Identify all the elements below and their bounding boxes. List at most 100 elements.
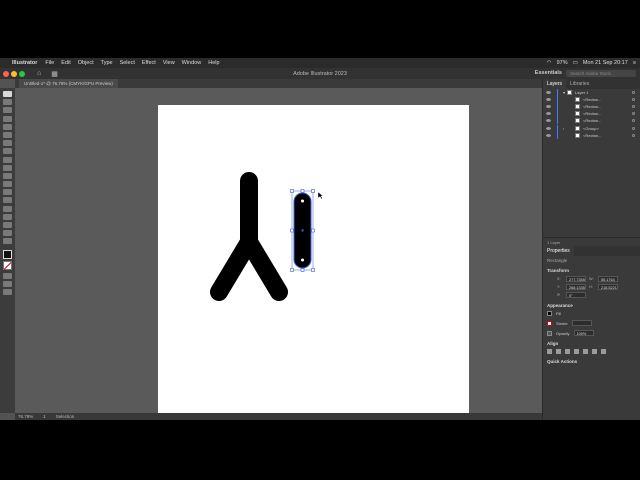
visibility-eye-icon[interactable] — [546, 105, 551, 109]
align-center-icon[interactable] — [556, 349, 561, 354]
rotate-tool-icon[interactable] — [3, 148, 12, 155]
battery-level[interactable]: 97% — [557, 60, 568, 66]
zoom-tool-icon[interactable] — [3, 238, 12, 245]
artboard[interactable] — [158, 105, 469, 413]
minimize-window-button[interactable] — [11, 70, 17, 77]
x-field[interactable]: 277.7355 — [566, 276, 586, 282]
stroke-color-swatch[interactable] — [547, 320, 552, 326]
list-item[interactable]: <Rectan... — [543, 131, 640, 139]
direct-selection-tool-icon[interactable] — [3, 99, 12, 106]
stroke-weight-field[interactable] — [571, 320, 592, 326]
list-item[interactable]: <Rectan... — [543, 103, 640, 111]
artwork[interactable] — [158, 105, 469, 413]
visibility-eye-icon[interactable] — [546, 126, 551, 130]
fill-color-swatch[interactable] — [547, 311, 552, 316]
align-bottom-icon[interactable] — [592, 349, 597, 354]
visibility-eye-icon[interactable] — [546, 91, 551, 95]
target-icon[interactable] — [632, 105, 635, 109]
visibility-eye-icon[interactable] — [546, 112, 551, 116]
menu-help[interactable]: Help — [208, 60, 219, 66]
hand-tool-icon[interactable] — [3, 230, 12, 237]
y-shape-group[interactable] — [210, 172, 288, 301]
battery-icon[interactable]: ▭ — [573, 60, 578, 66]
rotate-field[interactable]: 0° — [566, 292, 586, 298]
list-item[interactable]: <Rectan... — [543, 96, 640, 104]
disclosure-chevron-icon[interactable]: › — [563, 126, 575, 131]
layer-name[interactable]: Layer 1 — [575, 90, 588, 95]
zoom-level[interactable]: 76.78% — [18, 414, 33, 419]
opacity-label[interactable]: Opacity — [556, 331, 570, 336]
artboard-number[interactable]: 1 — [43, 414, 46, 419]
align-middle-icon[interactable] — [583, 349, 588, 354]
list-item[interactable]: › <Group> — [543, 124, 640, 132]
eyedropper-tool-icon[interactable] — [3, 197, 12, 204]
y-right-branch[interactable] — [240, 233, 288, 301]
stroke-swatch[interactable] — [3, 260, 12, 270]
close-window-button[interactable] — [3, 70, 9, 77]
menu-app-name[interactable]: Illustrator — [12, 60, 37, 66]
item-name[interactable]: <Rectan... — [583, 104, 601, 109]
width-tool-icon[interactable] — [3, 172, 12, 179]
menu-view[interactable]: View — [163, 60, 175, 66]
stock-search-input[interactable]: Search Adobe Stock — [566, 70, 636, 77]
symbol-sprayer-tool-icon[interactable] — [3, 213, 12, 220]
selection-tool-icon[interactable] — [3, 91, 12, 97]
wifi-icon[interactable]: ◠ — [547, 60, 552, 66]
clock[interactable]: Mon 21 Sep 20:17 — [583, 60, 628, 66]
screen-mode-icon[interactable] — [3, 280, 12, 287]
target-icon[interactable] — [632, 126, 635, 130]
disclosure-chevron-icon[interactable]: ▾ — [563, 90, 565, 95]
tab-libraries[interactable]: Libraries — [566, 79, 593, 89]
visibility-eye-icon[interactable] — [546, 119, 551, 123]
item-name[interactable]: <Rectan... — [583, 111, 601, 116]
target-icon[interactable] — [632, 133, 635, 137]
list-item[interactable]: <Rectan... — [543, 110, 640, 118]
tab-layers[interactable]: Layers — [543, 79, 567, 89]
item-name[interactable]: <Rectan... — [583, 133, 601, 138]
curvature-tool-icon[interactable] — [3, 115, 12, 122]
visibility-eye-icon[interactable] — [546, 98, 551, 102]
visibility-eye-icon[interactable] — [546, 133, 551, 137]
target-icon[interactable] — [632, 98, 635, 102]
menu-edit[interactable]: Edit — [61, 60, 70, 66]
tab-properties[interactable]: Properties — [543, 246, 574, 256]
menu-file[interactable]: File — [45, 60, 54, 66]
height-field[interactable]: 218.5221 — [598, 284, 618, 290]
menu-window[interactable]: Window — [182, 60, 202, 66]
type-tool-icon[interactable] — [3, 140, 12, 147]
gradient-tool-icon[interactable] — [3, 189, 12, 196]
opacity-field[interactable]: 100% — [573, 330, 594, 336]
layer-row[interactable]: ▾ Layer 1 — [543, 89, 640, 97]
shape-builder-tool-icon[interactable] — [3, 181, 12, 188]
target-icon[interactable] — [632, 112, 635, 116]
blend-tool-icon[interactable] — [3, 205, 12, 212]
zoom-window-button[interactable] — [19, 70, 25, 77]
workspace-switcher[interactable]: Essentials — [535, 70, 562, 76]
paintbrush-tool-icon[interactable] — [3, 131, 12, 138]
menu-object[interactable]: Object — [78, 60, 94, 66]
item-name[interactable]: <Rectan... — [583, 97, 601, 102]
pen-tool-icon[interactable] — [3, 107, 12, 114]
list-item[interactable]: <Rectan... — [543, 117, 640, 125]
menu-type[interactable]: Type — [101, 60, 113, 66]
eraser-tool-icon[interactable] — [3, 164, 12, 171]
fill-swatch[interactable] — [3, 249, 12, 259]
stroke-label[interactable]: Stroke — [556, 321, 568, 326]
arrange-documents-icon[interactable]: ▦ — [51, 70, 58, 78]
align-more-icon[interactable] — [601, 349, 606, 354]
control-center-icon[interactable]: ≡ — [633, 60, 636, 66]
artboard-tool-icon[interactable] — [3, 222, 12, 228]
draw-mode-icon[interactable] — [3, 272, 12, 279]
align-right-icon[interactable] — [565, 349, 570, 354]
scale-tool-icon[interactable] — [3, 156, 12, 163]
edit-toolbar-icon[interactable] — [3, 288, 12, 295]
target-icon[interactable] — [632, 119, 635, 123]
document-tab[interactable]: Untitled-1* @ 76.78% (CMYK/GPU Preview) — [19, 79, 118, 88]
item-name[interactable]: <Rectan... — [583, 118, 601, 123]
width-field[interactable]: 55.1764 ( — [598, 276, 618, 288]
y-field[interactable]: 268.1335 — [566, 284, 586, 290]
menu-select[interactable]: Select — [120, 60, 135, 66]
home-icon[interactable]: ⌂ — [37, 70, 41, 77]
rectangle-tool-icon[interactable] — [3, 123, 12, 130]
menu-effect[interactable]: Effect — [142, 60, 156, 66]
